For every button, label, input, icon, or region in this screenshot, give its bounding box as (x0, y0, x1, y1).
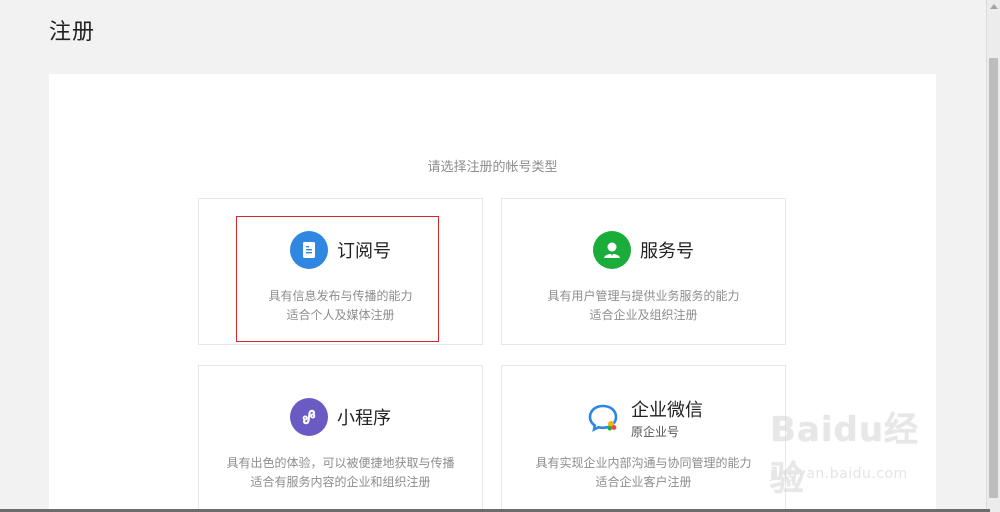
card-head: 企业微信 原企业号 (502, 396, 785, 440)
card-desc-line: 适合个人及媒体注册 (286, 308, 395, 322)
card-name: 订阅号 (337, 241, 391, 262)
card-description: 具有信息发布与传播的能力 适合个人及媒体注册 (199, 287, 482, 325)
card-name: 服务号 (640, 241, 694, 262)
card-description: 具有出色的体验，可以被便捷地获取与传播 适合有服务内容的企业和组织注册 (199, 454, 482, 492)
card-desc-line: 适合企业客户注册 (595, 475, 692, 489)
panel-subtitle: 请选择注册的帐号类型 (427, 160, 558, 175)
card-description: 具有用户管理与提供业务服务的能力 适合企业及组织注册 (502, 287, 785, 325)
card-service-account[interactable]: 服务号 具有用户管理与提供业务服务的能力 适合企业及组织注册 (501, 198, 786, 345)
card-name: 小程序 (337, 408, 391, 429)
baidu-jingyan-watermark: Baidu经验 jingyan.baidu.com (770, 402, 950, 499)
document-icon (290, 231, 328, 269)
card-desc-line: 适合企业及组织注册 (589, 308, 698, 322)
wecom-icon (584, 399, 622, 437)
page-title: 注册 (49, 20, 96, 45)
card-desc-line: 具有用户管理与提供业务服务的能力 (547, 289, 740, 303)
card-description: 具有实现企业内部沟通与协同管理的能力 适合企业客户注册 (502, 454, 785, 492)
card-desc-line: 具有信息发布与传播的能力 (268, 289, 413, 303)
card-subscription-account[interactable]: 订阅号 具有信息发布与传播的能力 适合个人及媒体注册 (198, 198, 483, 345)
card-desc-line: 适合有服务内容的企业和组织注册 (250, 475, 431, 489)
card-head: 订阅号 (199, 231, 482, 269)
miniprogram-icon (290, 398, 328, 436)
card-name-wrap: 企业微信 原企业号 (631, 396, 703, 440)
card-desc-line: 具有实现企业内部沟通与协同管理的能力 (535, 456, 752, 470)
watermark-url: jingyan.baidu.com (770, 466, 908, 482)
card-name: 企业微信 (631, 400, 703, 421)
card-mini-program[interactable]: 小程序 具有出色的体验，可以被便捷地获取与传播 适合有服务内容的企业和组织注册 (198, 365, 483, 512)
user-icon (593, 231, 631, 269)
scrollbar-thumb[interactable] (989, 58, 998, 498)
watermark-logo: Baidu经验 (770, 410, 920, 499)
scroll-up-arrow-icon[interactable] (990, 4, 998, 9)
card-desc-line: 具有出色的体验，可以被便捷地获取与传播 (226, 456, 455, 470)
vertical-scrollbar[interactable] (986, 0, 1000, 512)
page: 注册 请选择注册的帐号类型 订阅号 具有信息发布与传播的能力 适合个人及媒体注册 (0, 0, 1000, 512)
card-head: 服务号 (502, 231, 785, 269)
card-head: 小程序 (199, 398, 482, 436)
card-subname: 原企业号 (631, 425, 680, 439)
card-wecom[interactable]: 企业微信 原企业号 具有实现企业内部沟通与协同管理的能力 适合企业客户注册 (501, 365, 786, 512)
